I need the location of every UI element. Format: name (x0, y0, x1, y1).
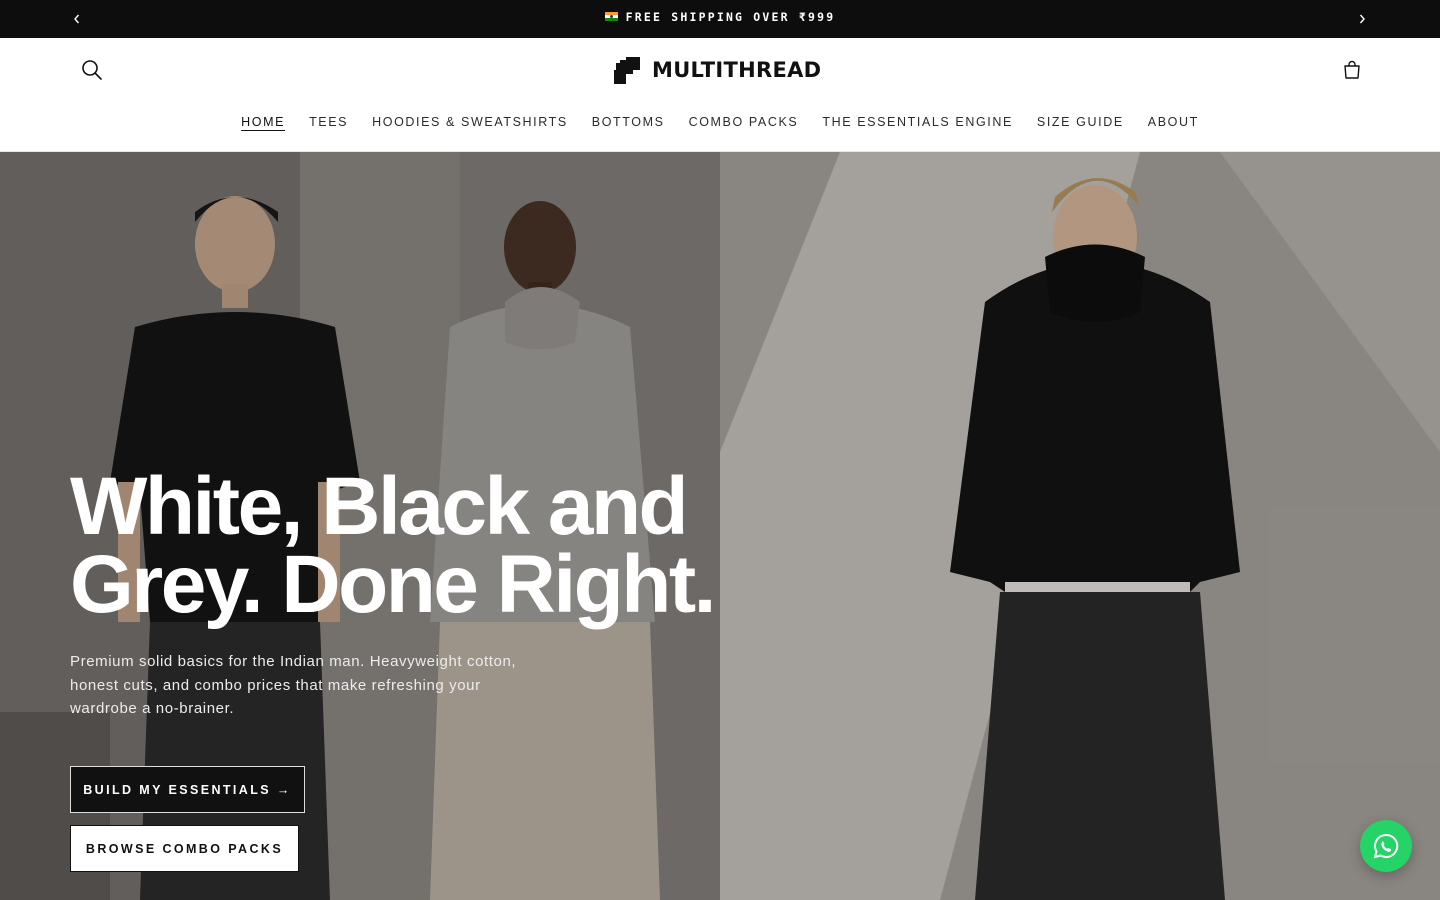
announcement-bar: FREE SHIPPING OVER ₹999 (0, 0, 1440, 38)
hero-title: White, Black and Grey. Done Right. (70, 466, 730, 626)
whatsapp-icon (1373, 833, 1399, 859)
hero-banner: White, Black and Grey. Done Right. Premi… (0, 152, 1440, 900)
main-nav: HOME TEES HOODIES & SWEATSHIRTS BOTTOMS … (0, 114, 1440, 130)
nav-item-home[interactable]: HOME (229, 114, 297, 130)
build-my-essentials-button[interactable]: BUILD MY ESSENTIALS → (70, 766, 305, 813)
nav-item-tees[interactable]: TEES (297, 114, 360, 130)
brand-mark-icon (614, 56, 640, 84)
site-header: MULTITHREAD HOME TEES HOODIES & SWEATSHI… (0, 38, 1440, 152)
announcement-text: FREE SHIPPING OVER ₹999 (625, 10, 836, 24)
whatsapp-chat-button[interactable] (1360, 820, 1412, 872)
nav-item-hoodies-sweatshirts[interactable]: HOODIES & SWEATSHIRTS (360, 114, 580, 130)
model-photo-right (720, 152, 1440, 900)
announcement-next-button[interactable] (1352, 9, 1372, 29)
nav-item-combo-packs[interactable]: COMBO PACKS (677, 114, 811, 130)
brand-logo[interactable]: MULTITHREAD (614, 56, 821, 84)
hero-image-right (720, 152, 1440, 900)
search-button[interactable] (78, 56, 106, 84)
chevron-right-icon (1359, 14, 1365, 24)
announcement-message: FREE SHIPPING OVER ₹999 (0, 10, 1440, 24)
cart-button[interactable] (1340, 58, 1364, 82)
search-icon (82, 60, 102, 80)
shopping-bag-icon (1344, 60, 1360, 79)
nav-item-size-guide[interactable]: SIZE GUIDE (1025, 114, 1136, 130)
brand-name: MULTITHREAD (652, 58, 822, 82)
browse-combo-packs-button[interactable]: BROWSE COMBO PACKS (70, 825, 299, 872)
nav-item-bottoms[interactable]: BOTTOMS (580, 114, 677, 130)
nav-item-about[interactable]: ABOUT (1136, 114, 1211, 130)
nav-item-essentials-engine[interactable]: THE ESSENTIALS ENGINE (810, 114, 1025, 130)
hero-subtitle: Premium solid basics for the Indian man.… (70, 653, 517, 717)
hero-content: White, Black and Grey. Done Right. Premi… (70, 466, 730, 721)
india-flag-icon (604, 12, 618, 21)
hero-title-line-2: Grey. Done Right. (70, 539, 716, 630)
